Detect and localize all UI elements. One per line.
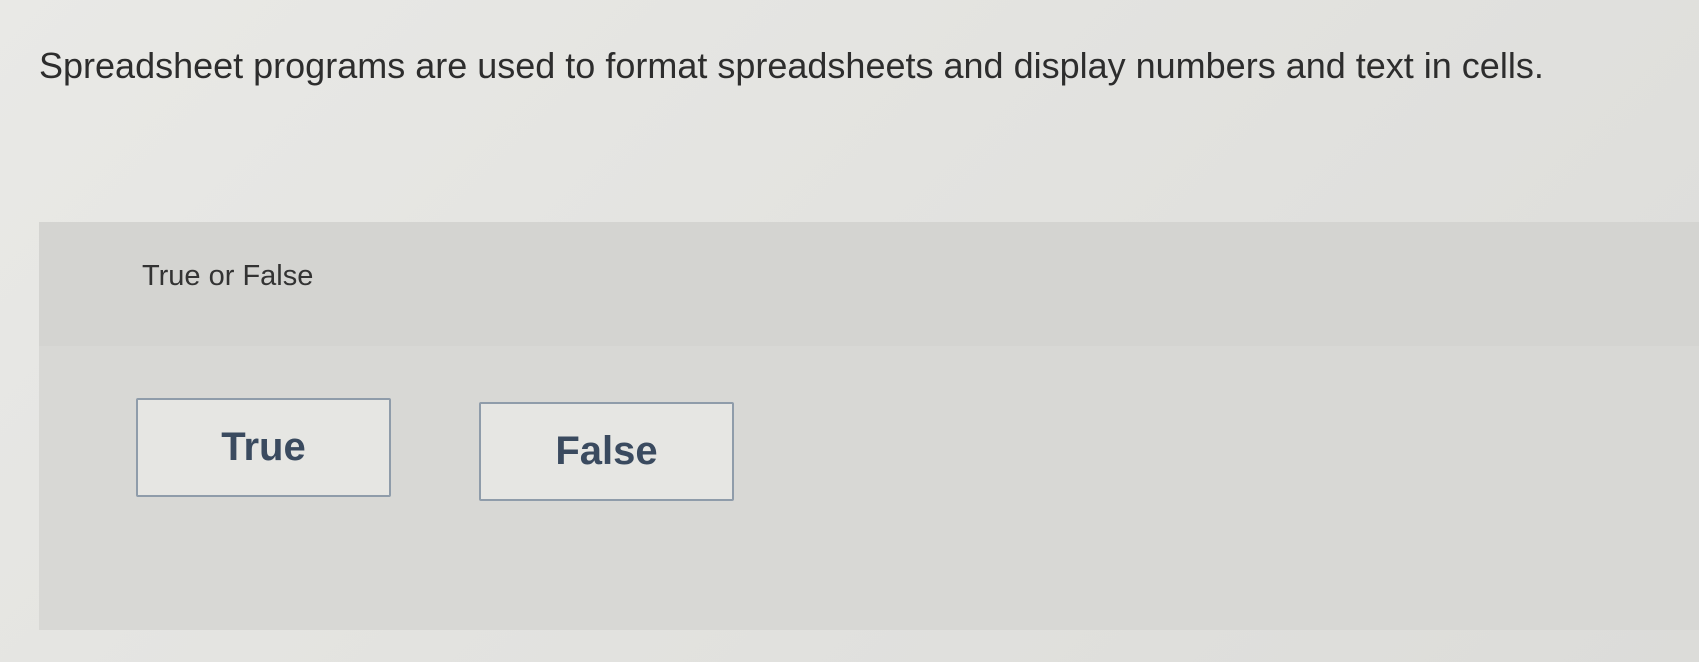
question-text: Spreadsheet programs are used to format … bbox=[39, 45, 1544, 86]
false-button-label: False bbox=[555, 429, 658, 473]
answer-panel: True or False True False bbox=[39, 222, 1699, 630]
true-button[interactable]: True bbox=[136, 398, 391, 497]
true-button-label: True bbox=[221, 425, 306, 469]
false-button[interactable]: False bbox=[479, 402, 734, 501]
page: { "question": { "text": "Spreadsheet pro… bbox=[0, 0, 1699, 662]
answer-type-label: True or False bbox=[142, 260, 314, 292]
answer-type-header: True or False bbox=[39, 222, 1699, 346]
